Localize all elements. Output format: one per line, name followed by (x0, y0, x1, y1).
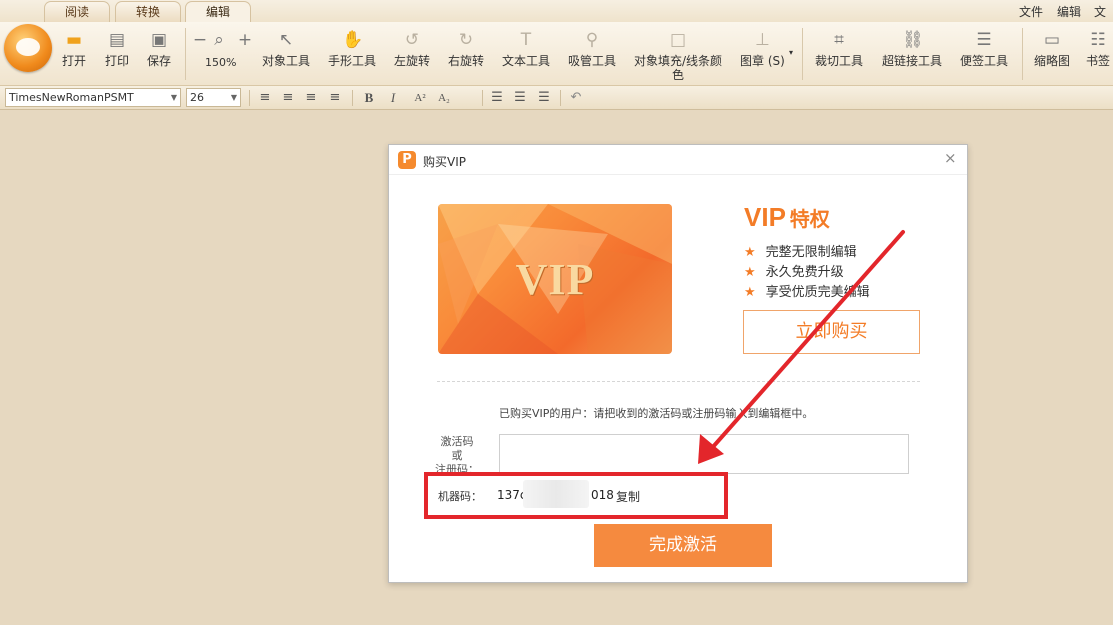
annotation-arrow (698, 230, 905, 464)
annotation-highlight-box (424, 472, 728, 519)
